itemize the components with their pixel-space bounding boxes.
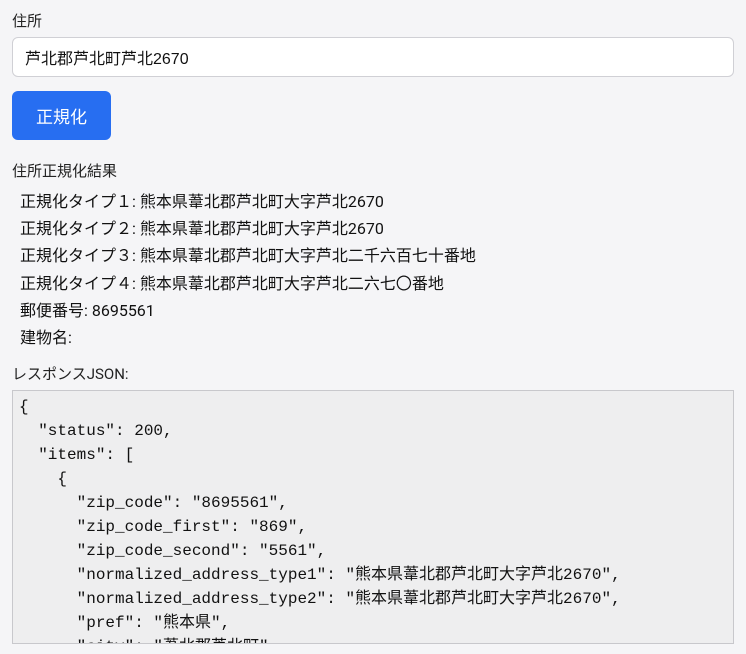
result-heading: 住所正規化結果 bbox=[12, 160, 734, 183]
result-line: 正規化タイプ２: 熊本県葦北郡芦北町大字芦北2670 bbox=[20, 215, 726, 242]
result-line: 正規化タイプ１: 熊本県葦北郡芦北町大字芦北2670 bbox=[20, 188, 726, 215]
result-line: 正規化タイプ４: 熊本県葦北郡芦北町大字芦北二六七〇番地 bbox=[20, 270, 726, 297]
result-line: 郵便番号: 8695561 bbox=[20, 297, 726, 324]
address-label: 住所 bbox=[12, 10, 734, 33]
normalize-button[interactable]: 正規化 bbox=[12, 91, 111, 140]
address-input[interactable] bbox=[12, 37, 734, 77]
result-line: 正規化タイプ３: 熊本県葦北郡芦北町大字芦北二千六百七十番地 bbox=[20, 242, 726, 269]
result-line: 建物名: bbox=[20, 324, 726, 351]
response-json-heading: レスポンスJSON: bbox=[12, 363, 734, 386]
response-json-box[interactable]: { "status": 200, "items": [ { "zip_code"… bbox=[12, 390, 734, 644]
result-lines: 正規化タイプ１: 熊本県葦北郡芦北町大字芦北2670 正規化タイプ２: 熊本県葦… bbox=[12, 182, 734, 351]
